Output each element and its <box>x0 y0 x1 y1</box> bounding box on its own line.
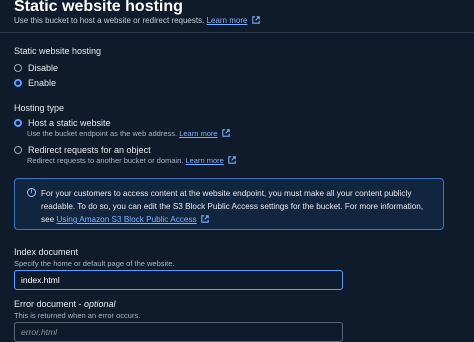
radio-disable-label: Disable <box>28 63 59 73</box>
redirect-learn-more-link[interactable]: Learn more <box>185 156 223 165</box>
external-link-icon <box>221 129 230 137</box>
public-access-info-box: i For your customers to access content a… <box>14 178 444 230</box>
radio-host-static[interactable]: Host a static website <box>14 118 111 128</box>
radio-host-static-description: Use the bucket endpoint as the web addre… <box>27 129 230 138</box>
static-website-hosting-panel: Static website hosting Use this bucket t… <box>0 0 474 342</box>
section-description-text: Use this bucket to host a website or red… <box>14 16 205 25</box>
info-box-text: For your customers to access content at … <box>41 187 437 226</box>
radio-redirect-label: Redirect requests for an object <box>28 145 151 155</box>
radio-redirect[interactable]: Redirect requests for an object <box>14 145 151 155</box>
external-link-icon <box>228 156 236 164</box>
error-document-label-text: Error document <box>14 299 77 309</box>
radio-enable[interactable]: Enable <box>14 78 56 88</box>
static-hosting-label: Static website hosting <box>14 46 102 56</box>
radio-disable[interactable]: Disable <box>14 63 58 73</box>
radio-host-static-circle[interactable] <box>14 119 22 127</box>
index-document-label: Index document <box>14 247 79 257</box>
index-document-input[interactable]: index.html <box>14 270 343 290</box>
radio-redirect-description: Redirect requests to another bucket or d… <box>27 156 236 165</box>
learn-more-link[interactable]: Learn more <box>207 16 248 25</box>
radio-disable-circle[interactable] <box>14 64 22 72</box>
radio-enable-circle[interactable] <box>14 79 22 87</box>
radio-host-static-label: Host a static website <box>28 118 111 128</box>
radio-redirect-circle[interactable] <box>14 146 22 154</box>
radio-redirect-description-text: Redirect requests to another bucket or d… <box>27 156 184 165</box>
radio-host-static-description-text: Use the bucket endpoint as the web addre… <box>27 129 178 138</box>
radio-enable-label: Enable <box>28 78 57 88</box>
error-document-label: Error document - optional <box>14 299 116 309</box>
external-link-icon <box>201 215 209 223</box>
optional-separator: - <box>76 299 85 309</box>
index-document-description: Specify the home or default page of the … <box>14 259 175 268</box>
external-link-icon <box>251 16 260 24</box>
error-document-input[interactable]: error.html <box>14 322 343 342</box>
block-public-access-link[interactable]: Using Amazon S3 Block Public Access <box>56 215 196 224</box>
section-description: Use this bucket to host a website or red… <box>14 16 260 25</box>
header-divider <box>0 32 474 33</box>
host-static-learn-more-link[interactable]: Learn more <box>179 129 217 138</box>
optional-tag: optional <box>84 299 116 309</box>
info-icon: i <box>27 188 36 197</box>
hosting-type-label: Hosting type <box>14 103 65 113</box>
section-title: Static website hosting <box>14 0 183 15</box>
error-document-description: This is returned when an error occurs. <box>14 311 141 320</box>
